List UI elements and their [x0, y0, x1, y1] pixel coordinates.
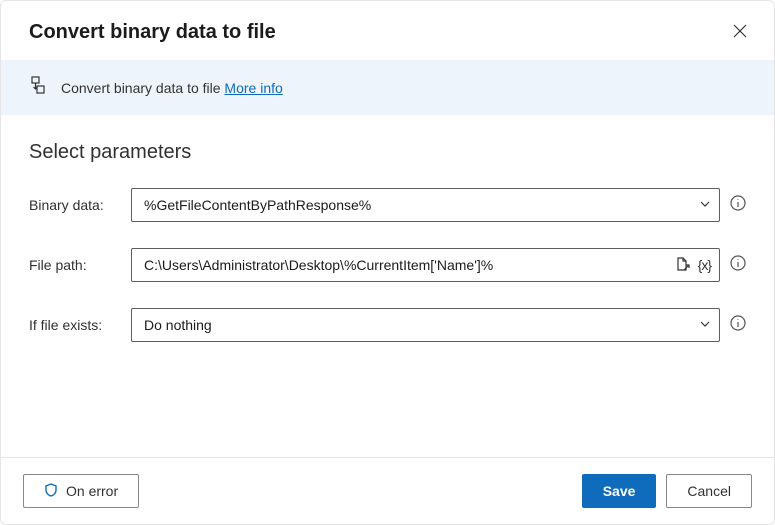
on-error-label: On error: [66, 483, 118, 499]
banner-text-label: Convert binary data to file: [61, 80, 224, 96]
dialog-title: Convert binary data to file: [29, 21, 276, 44]
if-exists-combo[interactable]: Do nothing: [131, 308, 720, 342]
banner-text: Convert binary data to file More info: [61, 80, 283, 96]
convert-file-icon: [29, 76, 47, 99]
info-banner: Convert binary data to file More info: [1, 60, 774, 115]
label-file-path: File path:: [29, 257, 119, 273]
chevron-down-icon: [699, 317, 711, 333]
row-if-file-exists: If file exists: Do nothing: [29, 308, 746, 342]
browse-file-icon[interactable]: [674, 256, 690, 275]
footer: On error Save Cancel: [1, 457, 774, 524]
label-if-exists: If file exists:: [29, 317, 119, 333]
convert-binary-dialog: Convert binary data to file Convert bina…: [0, 0, 775, 525]
shield-icon: [44, 483, 58, 500]
save-button[interactable]: Save: [582, 474, 657, 508]
cancel-button[interactable]: Cancel: [666, 474, 752, 508]
chevron-down-icon: [699, 197, 711, 213]
row-binary-data: Binary data: %GetFileContentByPathRespon…: [29, 188, 746, 222]
file-path-input[interactable]: [144, 257, 674, 273]
more-info-link[interactable]: More info: [224, 80, 282, 96]
section-heading: Select parameters: [29, 141, 746, 164]
content-area: Select parameters Binary data: %GetFileC…: [1, 115, 774, 457]
info-icon[interactable]: [730, 195, 746, 216]
binary-data-value: %GetFileContentByPathResponse%: [144, 197, 699, 213]
file-path-field[interactable]: {x}: [131, 248, 720, 282]
info-icon[interactable]: [730, 255, 746, 276]
label-binary-data: Binary data:: [29, 197, 119, 213]
binary-data-combo[interactable]: %GetFileContentByPathResponse%: [131, 188, 720, 222]
close-button[interactable]: [728, 19, 752, 46]
on-error-button[interactable]: On error: [23, 474, 139, 508]
if-exists-value: Do nothing: [144, 317, 699, 333]
close-icon: [732, 27, 748, 42]
titlebar: Convert binary data to file: [1, 1, 774, 60]
row-file-path: File path: {x}: [29, 248, 746, 282]
footer-right: Save Cancel: [582, 474, 752, 508]
variable-picker-icon[interactable]: {x}: [698, 257, 711, 273]
info-icon[interactable]: [730, 315, 746, 336]
